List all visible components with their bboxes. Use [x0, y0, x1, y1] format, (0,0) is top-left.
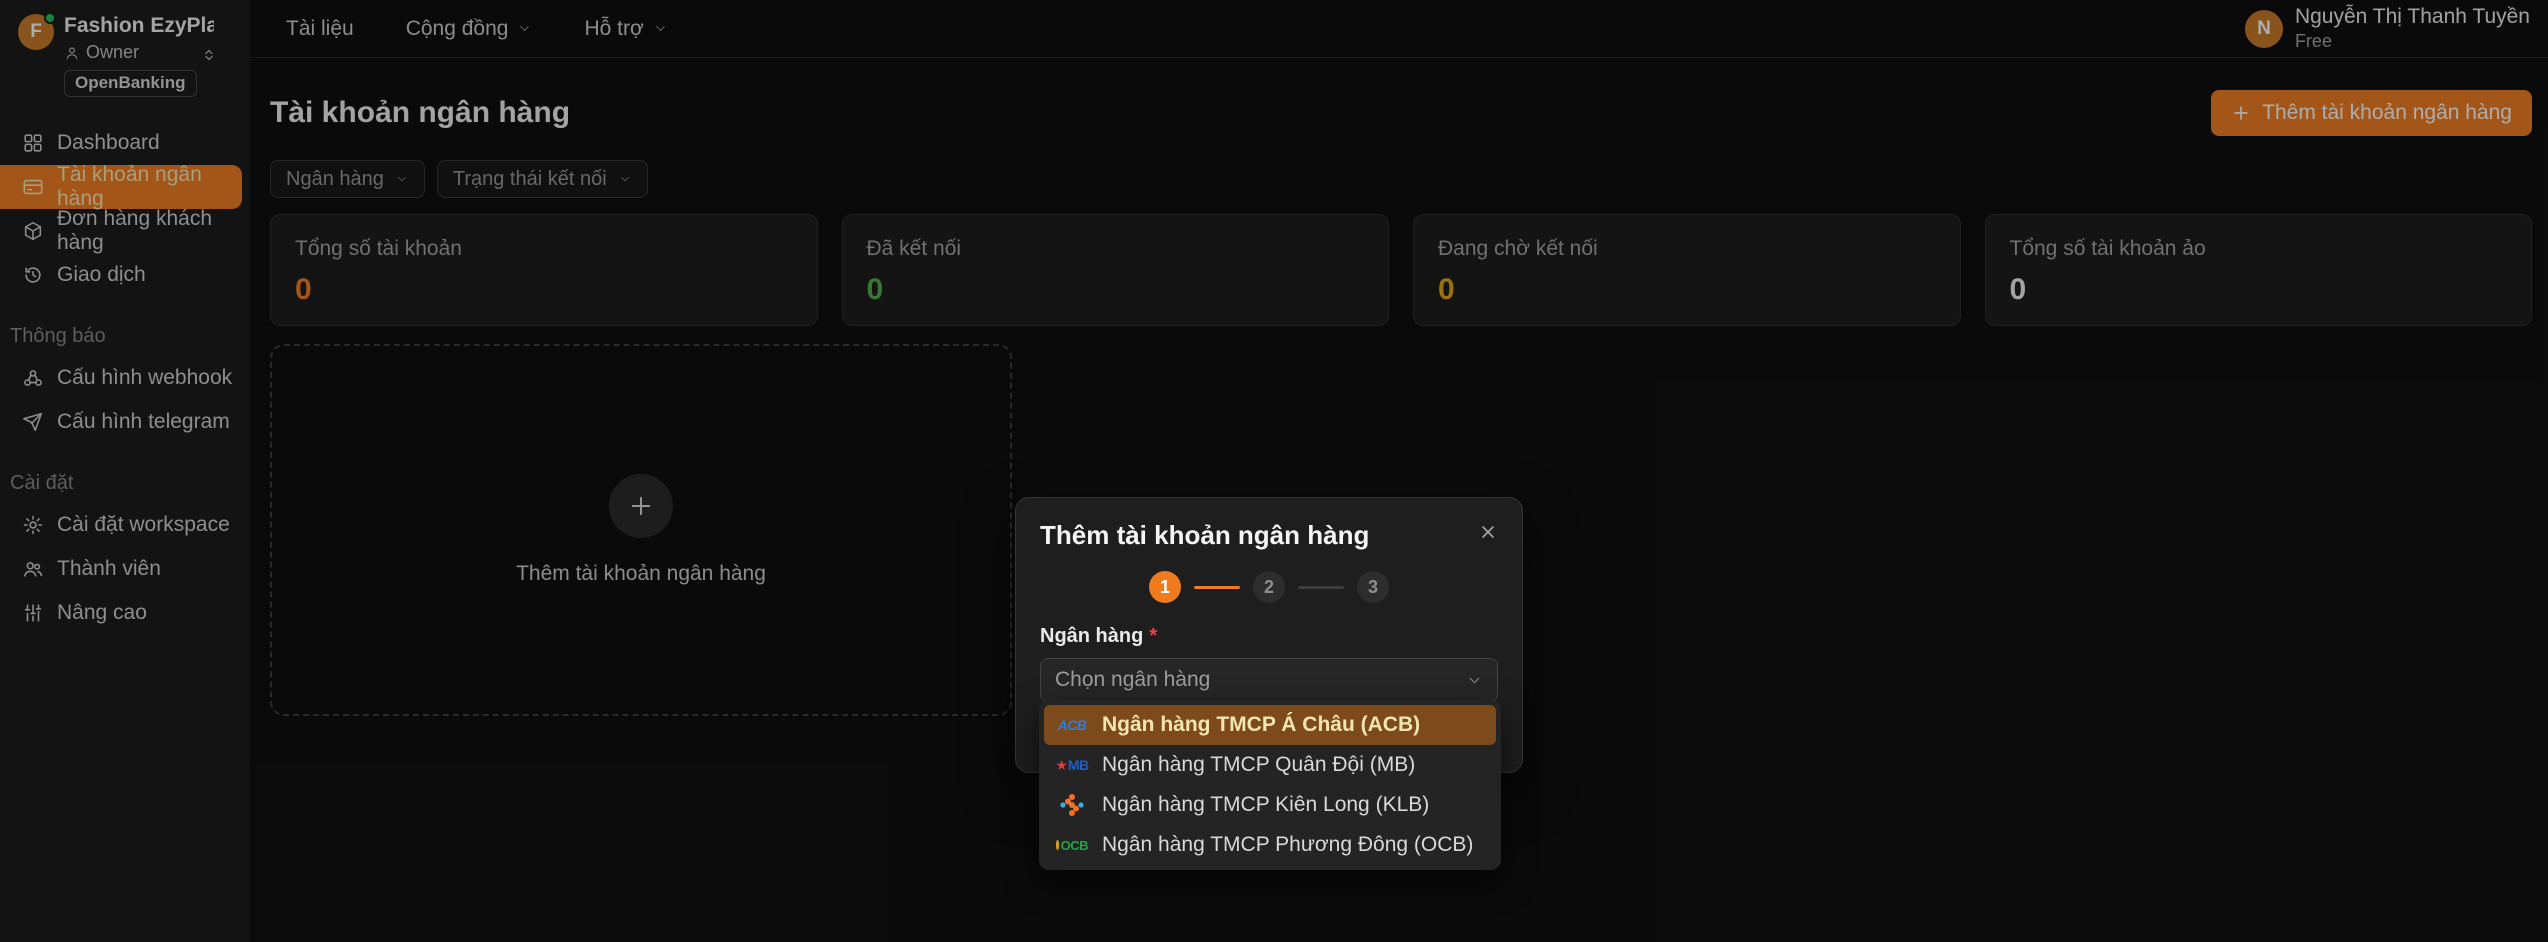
bank-field-label-text: Ngân hàng	[1040, 625, 1143, 647]
bank-option-label: Ngân hàng TMCP Á Châu (ACB)	[1102, 713, 1420, 737]
bank-option-mb[interactable]: ★MB Ngân hàng TMCP Quân Đội (MB)	[1044, 745, 1496, 785]
klb-logo	[1056, 792, 1088, 818]
ocb-logo: OCB	[1056, 838, 1088, 853]
step-connector-active	[1194, 586, 1240, 589]
chevron-down-icon	[1466, 672, 1483, 689]
bank-option-label: Ngân hàng TMCP Phương Đông (OCB)	[1102, 833, 1473, 857]
bank-option-ocb[interactable]: OCB Ngân hàng TMCP Phương Đông (OCB)	[1044, 825, 1496, 865]
bank-option-label: Ngân hàng TMCP Kiên Long (KLB)	[1102, 793, 1429, 817]
mb-logo: ★MB	[1056, 757, 1088, 773]
bank-select[interactable]: Chọn ngân hàng	[1040, 658, 1498, 702]
modal-title: Thêm tài khoản ngân hàng	[1040, 520, 1498, 551]
close-icon	[1478, 522, 1498, 542]
bank-option-acb[interactable]: ACB Ngân hàng TMCP Á Châu (ACB)	[1044, 705, 1496, 745]
step-connector	[1298, 586, 1344, 589]
bank-option-klb[interactable]: Ngân hàng TMCP Kiên Long (KLB)	[1044, 785, 1496, 825]
bank-select-dropdown: ACB Ngân hàng TMCP Á Châu (ACB) ★MB Ngân…	[1039, 700, 1501, 870]
acb-logo: ACB	[1056, 717, 1088, 733]
step-1-active: 1	[1149, 571, 1181, 603]
klb-logo-icon	[1059, 792, 1085, 818]
bank-field-label: Ngân hàng *	[1040, 625, 1498, 648]
bank-option-label: Ngân hàng TMCP Quân Đội (MB)	[1102, 753, 1415, 777]
modal-close-button[interactable]	[1474, 518, 1502, 549]
step-2: 2	[1253, 571, 1285, 603]
stepper: 1 2 3	[1040, 571, 1498, 603]
required-asterisk: *	[1149, 625, 1157, 647]
bank-select-placeholder: Chọn ngân hàng	[1055, 668, 1210, 692]
step-3: 3	[1357, 571, 1389, 603]
